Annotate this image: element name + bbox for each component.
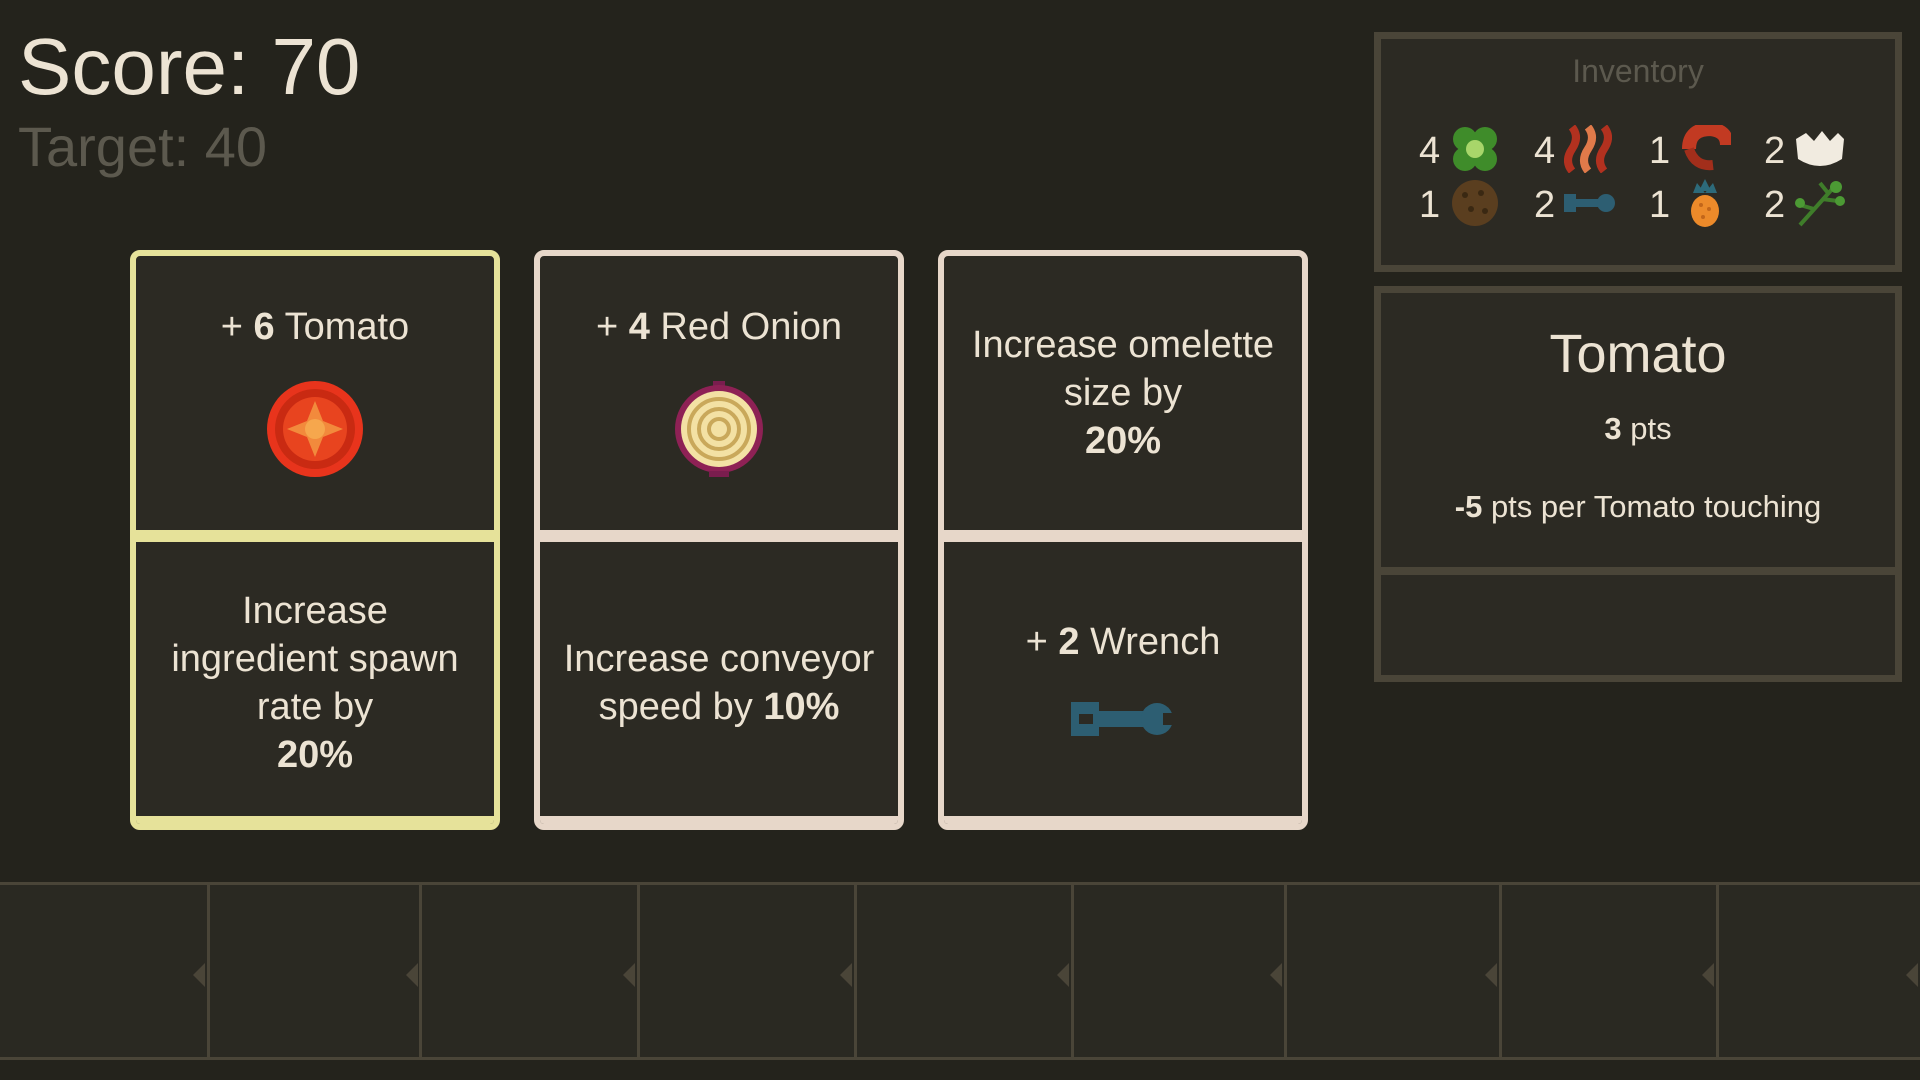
card-divider: [944, 530, 1302, 542]
detail-points: 3 pts: [1381, 411, 1895, 447]
belt-arrow-icon: [840, 963, 852, 987]
parsley-icon: [1794, 179, 1846, 232]
conveyor-belt: [0, 882, 1920, 1060]
inventory-panel: Inventory 4 4 1 2 1 2 1 2: [1374, 32, 1902, 272]
effect-value: 10%: [763, 686, 840, 728]
card-effect-text: Increase ingredient spawn rate by 20%: [136, 587, 494, 779]
inventory-count: 1: [1649, 183, 1671, 226]
belt-arrow-icon: [193, 963, 205, 987]
inventory-count: 2: [1764, 183, 1786, 226]
inventory-item[interactable]: 2: [1534, 181, 1649, 229]
card-bottom-section: + 2 Wrench: [944, 542, 1302, 824]
points-label: pts: [1621, 411, 1672, 446]
eggshell-icon: [1794, 125, 1846, 178]
bacon-icon: [1564, 124, 1612, 178]
tomato-icon: [265, 379, 365, 484]
belt-arrow-icon: [1485, 963, 1497, 987]
card-bottom-edge: [136, 816, 494, 824]
belt-segment: [854, 885, 857, 1057]
card-divider: [136, 530, 494, 542]
detail-separator: [1381, 567, 1895, 575]
detail-title: Tomato: [1549, 324, 1727, 384]
ingredient-detail-panel: Tomato 3 pts -5 pts per Tomato touching: [1374, 286, 1902, 682]
detail-rule: -5 pts per Tomato touching: [1381, 489, 1895, 525]
card-gain-label: + 2 Wrench: [1026, 618, 1221, 666]
inventory-item[interactable]: 1: [1649, 178, 1764, 232]
card-bottom-section: Increase conveyor speed by 10%: [540, 542, 898, 824]
belt-segment: [1716, 885, 1719, 1057]
belt-segment: [1284, 885, 1287, 1057]
card-bottom-section: Increase ingredient spawn rate by 20%: [136, 542, 494, 824]
inventory-count: 1: [1649, 129, 1671, 172]
upgrade-card-wrench[interactable]: Increase omelette size by 20% + 2 Wrench: [938, 250, 1308, 830]
belt-segment: [419, 885, 422, 1057]
belt-segment: [1071, 885, 1074, 1057]
upgrade-card-tomato[interactable]: + 6 Tomato Increase ingredient spawn rat…: [130, 250, 500, 830]
game-stage: Score: 70 Target: 40 + 6 Tomato Increase…: [0, 0, 1920, 1080]
gain-name: Tomato: [284, 305, 410, 348]
mushroom-icon: [1449, 179, 1501, 232]
card-bottom-edge: [944, 816, 1302, 824]
effect-description: Increase omelette size by: [971, 324, 1275, 414]
inventory-count: 2: [1764, 129, 1786, 172]
green-pepper-icon: [1449, 125, 1501, 178]
inventory-item[interactable]: 2: [1764, 127, 1879, 175]
card-effect-text: Increase omelette size by 20%: [944, 321, 1302, 465]
inventory-item[interactable]: 1: [1649, 121, 1764, 178]
belt-arrow-icon: [1270, 963, 1282, 987]
belt-segment: [1499, 885, 1502, 1057]
belt-segment: [207, 885, 210, 1057]
belt-arrow-icon: [406, 963, 418, 987]
inventory-count: 4: [1419, 129, 1441, 172]
belt-arrow-icon: [1702, 963, 1714, 987]
gain-prefix: +: [1025, 620, 1059, 663]
card-divider: [540, 530, 898, 542]
belt-arrow-icon: [623, 963, 635, 987]
red-onion-icon: [669, 379, 769, 484]
card-gain-label: + 4 Red Onion: [596, 303, 842, 351]
points-value: 3: [1604, 411, 1622, 446]
inventory-count: 1: [1419, 183, 1441, 226]
inventory-count: 2: [1534, 183, 1556, 226]
card-effect-text: Increase conveyor speed by 10%: [540, 635, 898, 731]
gain-name: Red Onion: [660, 305, 843, 348]
pineapple-icon: [1679, 178, 1731, 232]
upgrade-card-red-onion[interactable]: + 4 Red Onion Increase conveyor speed by: [534, 250, 904, 830]
wrench-icon: [1071, 694, 1175, 749]
belt-segment: [637, 885, 640, 1057]
card-gain-label: + 6 Tomato: [221, 303, 409, 351]
inventory-item[interactable]: 4: [1419, 125, 1534, 178]
effect-description: Increase ingredient spawn rate by: [171, 590, 459, 728]
rule-text: pts per Tomato touching: [1482, 489, 1822, 524]
rule-value: -5: [1454, 489, 1483, 524]
gain-count: 6: [253, 305, 275, 348]
card-top-section: + 4 Red Onion: [540, 256, 898, 530]
belt-arrow-icon: [1906, 963, 1918, 987]
gain-count: 2: [1058, 620, 1080, 663]
inventory-item[interactable]: 2: [1764, 179, 1879, 232]
shrimp-icon: [1679, 121, 1734, 178]
card-top-section: + 6 Tomato: [136, 256, 494, 530]
score-label: Score: 70: [18, 22, 361, 111]
gain-count: 4: [628, 305, 650, 348]
inventory-grid: 4 4 1 2 1 2 1 2: [1419, 121, 1879, 232]
effect-value: 20%: [1084, 420, 1162, 462]
card-top-section: Increase omelette size by 20%: [944, 256, 1302, 530]
inventory-count: 4: [1534, 129, 1556, 172]
inventory-item[interactable]: 4: [1534, 124, 1649, 178]
effect-value: 20%: [276, 734, 354, 776]
wrench-icon: [1564, 188, 1616, 223]
gain-name: Wrench: [1090, 620, 1221, 663]
belt-arrow-icon: [1057, 963, 1069, 987]
gain-prefix: +: [595, 305, 629, 348]
target-label: Target: 40: [18, 115, 268, 178]
gain-prefix: +: [220, 305, 254, 348]
inventory-item[interactable]: 1: [1419, 179, 1534, 232]
inventory-title: Inventory: [1572, 53, 1704, 89]
card-bottom-edge: [540, 816, 898, 824]
